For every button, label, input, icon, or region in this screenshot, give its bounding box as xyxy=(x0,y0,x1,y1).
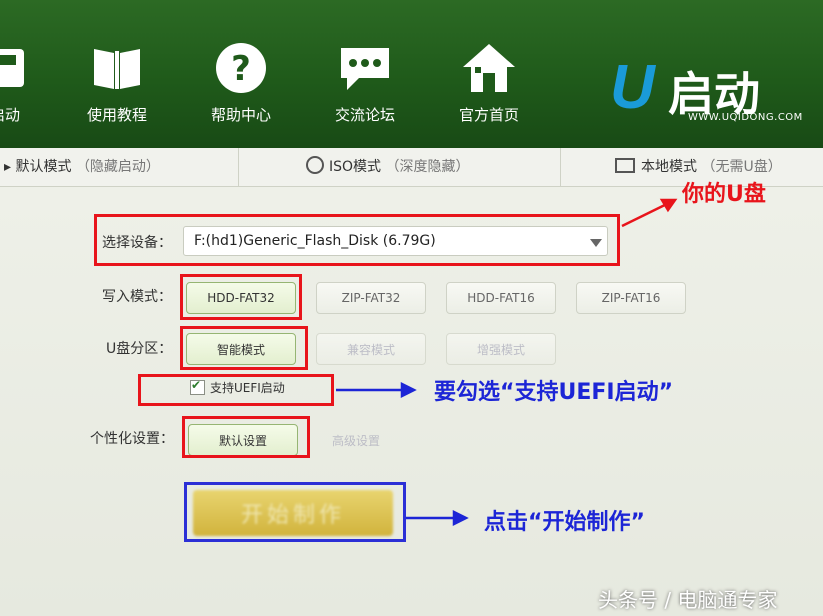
watermark: 头条号 / 电脑通专家 xyxy=(598,588,778,612)
arrow-device xyxy=(621,198,678,228)
arrow-uefi xyxy=(336,381,417,399)
arrow-start xyxy=(406,509,469,527)
annotation-start-text: 点击“开始制作” xyxy=(484,510,645,535)
annotation-uefi-text: 要勾选“支持UEFI启动” xyxy=(434,380,674,405)
annotation-arrows xyxy=(336,198,678,527)
annotation-device-text: 你的U盘 xyxy=(682,182,766,207)
